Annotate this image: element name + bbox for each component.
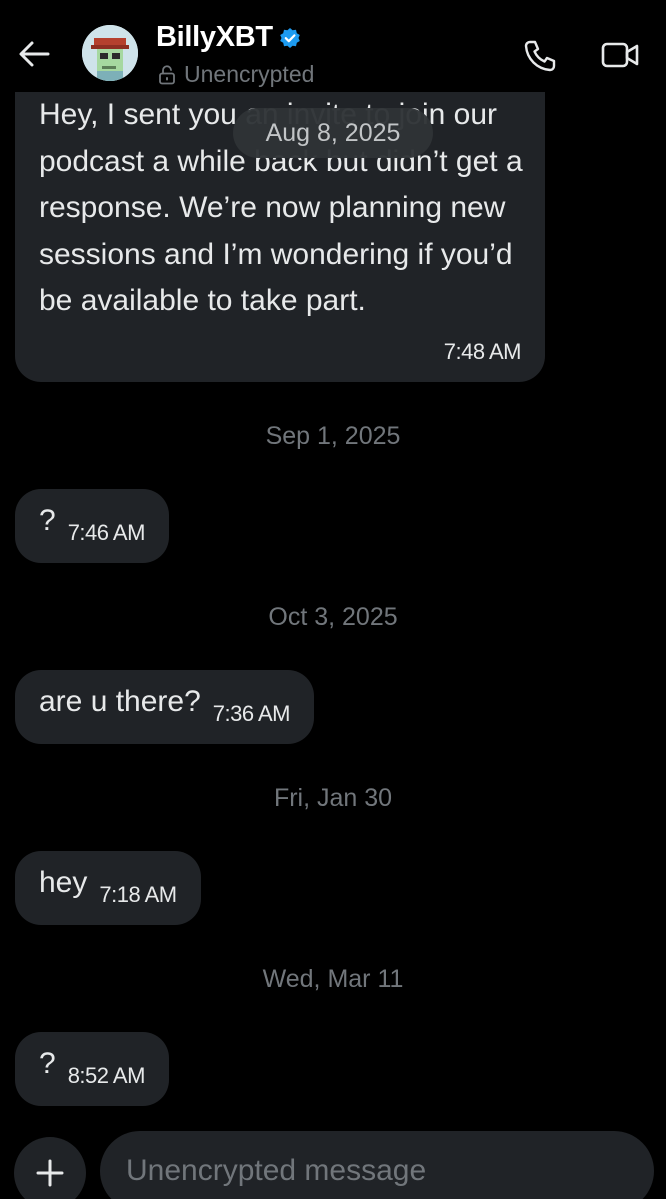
dm-conversation-screen: Hey, I sent you an invite to join our po… — [0, 0, 666, 1199]
message-time: 7:36 AM — [212, 701, 291, 726]
message-text: are u there? — [39, 685, 201, 718]
message-bubble[interactable]: ? 7:46 AM — [15, 489, 169, 563]
message-composer — [100, 1131, 654, 1199]
message-input[interactable] — [126, 1151, 626, 1191]
message-time: 8:52 AM — [67, 1063, 146, 1088]
phone-icon — [524, 40, 556, 72]
avatar[interactable] — [82, 25, 138, 81]
date-separator: Oct 3, 2025 — [268, 603, 398, 631]
video-camera-icon — [601, 42, 639, 68]
video-call-button[interactable] — [600, 38, 640, 72]
date-separator: Fri, Jan 30 — [273, 784, 393, 812]
message-bubble[interactable]: ? 8:52 AM — [15, 1032, 169, 1106]
audio-call-button[interactable] — [522, 38, 558, 74]
add-media-button[interactable] — [14, 1137, 86, 1199]
message-text: hey — [39, 866, 88, 899]
encryption-status: Unencrypted — [184, 61, 315, 87]
message-time: 7:18 AM — [99, 882, 177, 907]
floating-date-pill: Aug 8, 2025 — [233, 108, 433, 158]
message-text: ? — [39, 504, 56, 537]
message-bubble[interactable]: hey 7:18 AM — [15, 851, 201, 925]
message-bubble[interactable]: are u there? 7:36 AM — [15, 670, 314, 744]
message-text: ? — [39, 1047, 56, 1080]
contact-name[interactable]: BillyXBT — [156, 21, 273, 54]
pixel-punk-avatar-icon — [82, 25, 138, 81]
plus-icon — [36, 1159, 64, 1187]
lock-icon — [159, 64, 175, 84]
conversation-header: BillyXBT Unencrypted — [0, 0, 666, 92]
date-separator: Sep 1, 2025 — [265, 422, 401, 450]
message-time: 7:46 AM — [67, 520, 146, 545]
back-button[interactable] — [14, 34, 54, 74]
verified-badge-icon — [280, 27, 300, 48]
message-time: 7:48 AM — [443, 339, 522, 364]
date-separator: Wed, Mar 11 — [262, 965, 404, 993]
back-arrow-icon — [19, 41, 50, 67]
